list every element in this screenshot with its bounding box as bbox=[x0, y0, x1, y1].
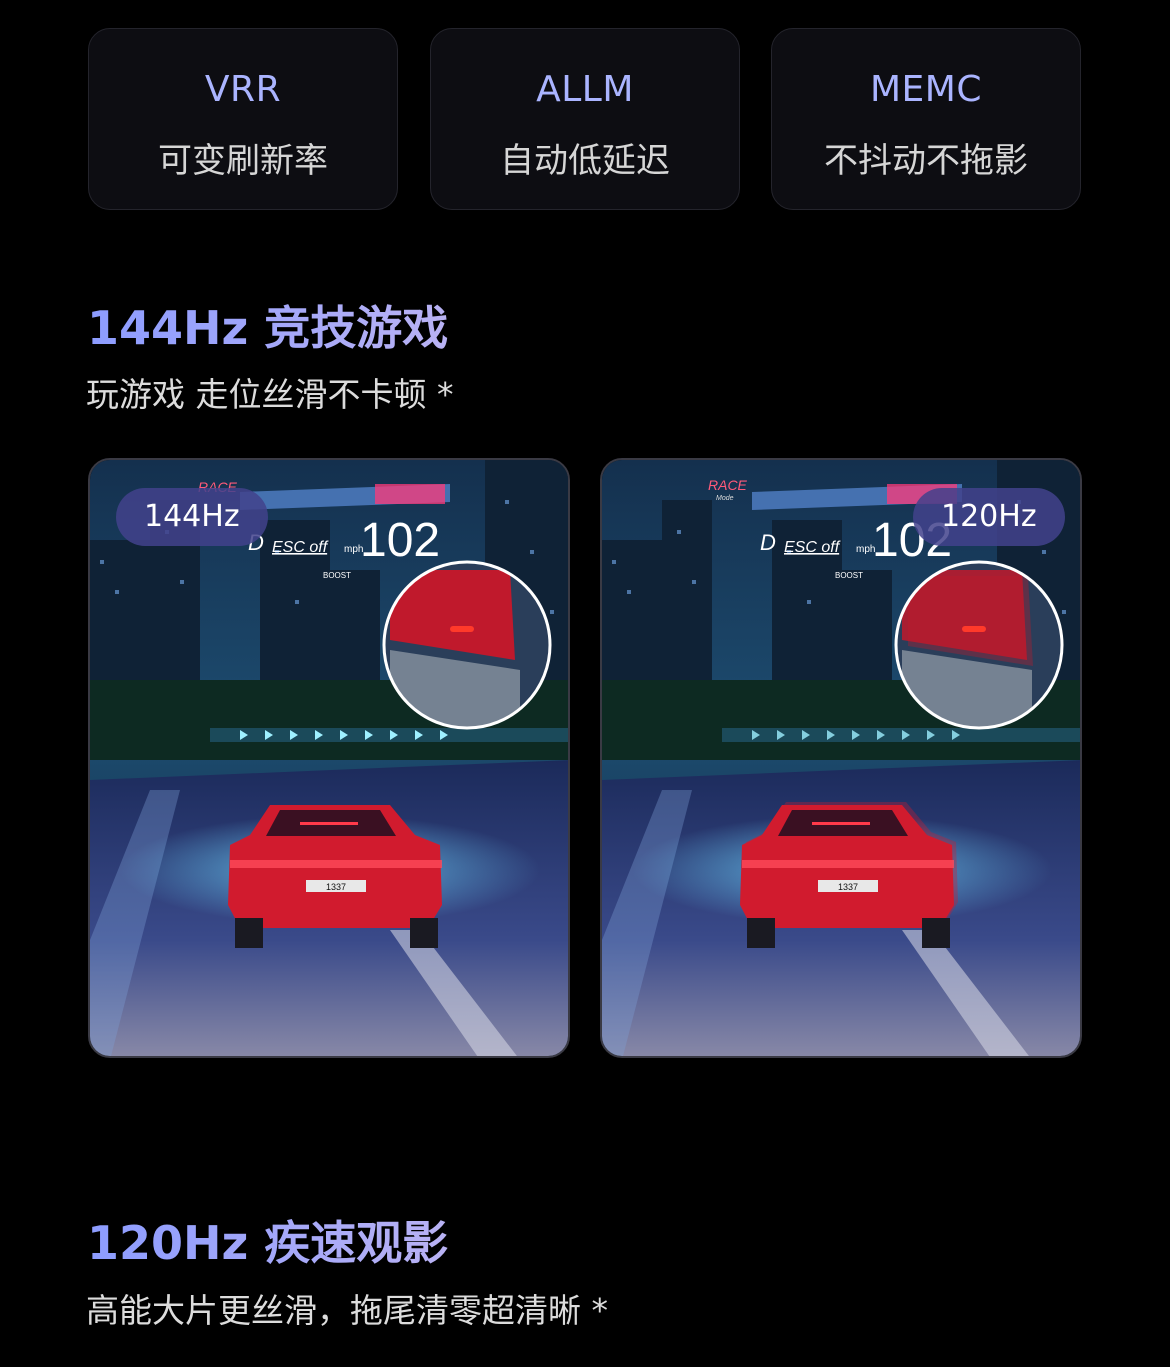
hud-speed: 102 bbox=[360, 514, 440, 567]
movie-heading: 120Hz 疾速观影 bbox=[87, 1207, 448, 1273]
feature-card-memc: MEMC 不抖动不拖影 bbox=[771, 28, 1081, 210]
feature-subtitle: 不抖动不拖影 bbox=[824, 141, 1028, 181]
feature-card-allm: ALLM 自动低延迟 bbox=[430, 28, 740, 210]
refresh-rate-badge: 144Hz bbox=[116, 488, 268, 546]
license-plate: 1337 bbox=[326, 882, 346, 892]
feature-title: MEMC bbox=[869, 69, 982, 110]
hud-boost: BOOST bbox=[835, 571, 863, 580]
feature-card-vrr: VRR 可变刷新率 bbox=[88, 28, 398, 210]
hud-esc: ESC off bbox=[272, 539, 329, 556]
feature-title: ALLM bbox=[536, 69, 634, 110]
movie-subheading: 高能大片更丝滑，拖尾清零超清晰 * bbox=[86, 1291, 608, 1330]
gaming-heading: 144Hz 竞技游戏 bbox=[87, 292, 448, 358]
feature-subtitle: 自动低延迟 bbox=[500, 141, 670, 181]
hud-esc: ESC off bbox=[784, 539, 841, 556]
feature-subtitle: 可变刷新率 bbox=[158, 141, 328, 181]
hud-mode: Mode bbox=[716, 495, 734, 502]
comparison-image-144hz: RACE D ESC off mph 102 BOOST 1337 bbox=[88, 458, 570, 1058]
hud-boost: BOOST bbox=[323, 571, 351, 580]
comparison-image-120hz: RACE Mode D ESC off mph 102 BOOST 1337 bbox=[600, 458, 1082, 1058]
feature-title: VRR bbox=[204, 69, 282, 110]
hud-race: RACE bbox=[708, 477, 748, 493]
hud-gear: D bbox=[760, 530, 776, 555]
refresh-rate-badge: 120Hz bbox=[913, 488, 1065, 546]
gaming-subheading: 玩游戏 走位丝滑不卡顿 * bbox=[86, 375, 454, 414]
license-plate: 1337 bbox=[838, 882, 858, 892]
